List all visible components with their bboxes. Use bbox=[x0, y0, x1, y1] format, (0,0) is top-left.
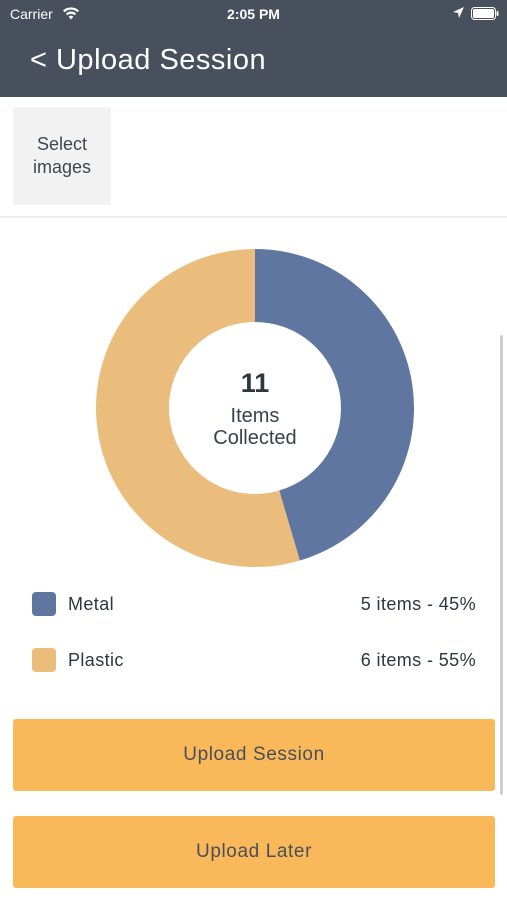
divider bbox=[0, 216, 507, 218]
upload-later-button[interactable]: Upload Later bbox=[13, 816, 495, 888]
legend-row-metal: Metal 5 items - 45% bbox=[32, 591, 476, 617]
back-button[interactable]: < Upload Session bbox=[30, 44, 266, 77]
battery-icon bbox=[471, 7, 499, 20]
select-images-button[interactable]: Select images bbox=[13, 107, 111, 205]
location-arrow-icon bbox=[453, 7, 464, 18]
upload-session-button[interactable]: Upload Session bbox=[13, 719, 495, 791]
legend-swatch-metal bbox=[32, 592, 56, 616]
items-count-label: Items Collected bbox=[213, 405, 297, 449]
app-header: Carrier 2:05 PM < Upload Session bbox=[0, 0, 507, 97]
items-count: 11 bbox=[240, 368, 270, 398]
legend-detail-metal: 5 items - 45% bbox=[360, 593, 476, 614]
legend-label-plastic: Plastic bbox=[68, 649, 124, 670]
legend-label-metal: Metal bbox=[68, 593, 115, 614]
donut-center: 11 Items Collected bbox=[169, 322, 341, 494]
status-bar: Carrier 2:05 PM bbox=[0, 0, 507, 28]
legend-row-plastic: Plastic 6 items - 55% bbox=[32, 647, 476, 673]
legend-swatch-plastic bbox=[32, 648, 56, 672]
legend-detail-plastic: 6 items - 55% bbox=[360, 649, 476, 670]
status-time: 2:05 PM bbox=[227, 6, 280, 22]
scrollbar[interactable] bbox=[500, 335, 503, 795]
